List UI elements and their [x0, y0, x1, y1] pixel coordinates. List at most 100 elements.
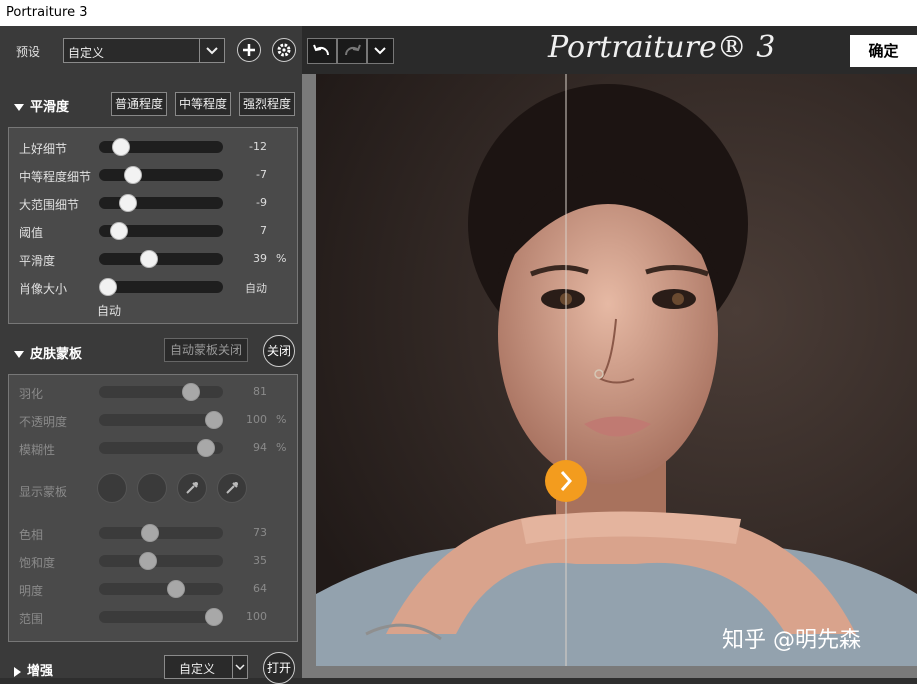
settings-panel: 预设 自定义 平滑度 普通程度 中等程度 强烈程度 上好细节 -12 中等程度细节 -…: [0, 26, 302, 684]
undo-icon: [313, 44, 330, 56]
skin-mask-panel: 显示蒙板 羽化 81 不透明度 100% 模糊性 94% 色相 73 饱和度 35 明度 64 范围 10…: [8, 374, 298, 642]
chevron-down-icon: [232, 656, 247, 678]
title-bar: Portraiture 3: [0, 0, 917, 26]
enhance-section-header[interactable]: 增强: [14, 660, 53, 679]
slider-track[interactable]: [99, 527, 223, 539]
slider-knob[interactable]: [99, 278, 117, 296]
slider-track[interactable]: [99, 281, 223, 293]
enhance-value: 自定义: [179, 662, 216, 676]
scroll-strip: [302, 666, 917, 678]
slider-knob[interactable]: [196, 439, 215, 457]
redo-icon: [344, 44, 361, 56]
slider-label: 明度: [19, 584, 44, 598]
slider-knob[interactable]: [111, 138, 130, 156]
slider-knob[interactable]: [205, 608, 223, 626]
slider-unit: %: [276, 252, 287, 265]
ok-button[interactable]: 确定: [850, 35, 917, 67]
eyedropper-plus-icon: [226, 482, 238, 494]
slider-knob[interactable]: [139, 552, 158, 570]
slider-label: 色相: [19, 528, 44, 542]
slider-label: 饱和度: [19, 556, 56, 570]
eyedropper-add-button[interactable]: [217, 473, 247, 503]
smoothing-title: 平滑度: [30, 100, 70, 115]
slider-value: 35: [253, 554, 267, 567]
slider-knob[interactable]: [140, 250, 159, 268]
slider-knob[interactable]: [141, 524, 160, 542]
slider-knob[interactable]: [109, 222, 128, 240]
slider-track[interactable]: [99, 197, 223, 209]
slider-label: 范围: [19, 612, 44, 626]
slider-label: 平滑度: [19, 254, 56, 268]
slider-label: 肖像大小: [19, 282, 68, 296]
preset-value: 自定义: [68, 46, 105, 60]
top-toolbar: Portraiture® 3 确定: [302, 26, 917, 74]
slider-knob[interactable]: [119, 194, 138, 212]
slider-label: 大范围细节: [19, 198, 80, 212]
slider-label: 阈值: [19, 226, 44, 240]
slider-value: 7: [260, 224, 267, 237]
slider-track[interactable]: [99, 386, 223, 398]
slider-value: 94: [253, 441, 267, 454]
redo-button[interactable]: [337, 38, 367, 64]
preset-select[interactable]: 自定义: [63, 38, 225, 63]
watermark: 知乎 @明先森: [722, 628, 861, 653]
smoothing-panel: 上好细节 -12 中等程度细节 -7 大范围细节 -9 阈值 7 平滑度 39% 肖像大小 自动 自动: [8, 127, 298, 324]
eyedropper-button[interactable]: [177, 473, 207, 503]
slider-value: -9: [256, 196, 267, 209]
chevron-right-icon: [14, 666, 21, 677]
gear-icon: [277, 43, 291, 57]
slider-label: 羽化: [19, 387, 44, 401]
history-dropdown[interactable]: [367, 38, 394, 64]
chevron-down-icon: [374, 47, 386, 55]
slider-value: 100: [246, 413, 267, 426]
smoothing-section-header[interactable]: 平滑度: [14, 96, 69, 115]
chevron-down-icon: [14, 351, 24, 358]
auto-mask-button[interactable]: 自动蒙板关闭: [164, 338, 248, 362]
show-mask-label: 显示蒙板: [19, 485, 68, 499]
slider-track[interactable]: [99, 555, 223, 567]
slider-value: -7: [256, 168, 267, 181]
slider-knob[interactable]: [124, 166, 143, 184]
slider-track[interactable]: [99, 583, 223, 595]
slider-unit: %: [276, 413, 287, 426]
slider-value: 100: [246, 610, 267, 623]
panel-divider[interactable]: [302, 26, 316, 678]
slider-label: 模糊性: [19, 443, 56, 457]
add-preset-button[interactable]: [237, 38, 261, 62]
slider-knob[interactable]: [166, 580, 185, 598]
enhance-toggle[interactable]: 打开: [263, 652, 295, 684]
add-icon: [243, 44, 255, 56]
preset-strong-button[interactable]: 强烈程度: [239, 92, 295, 116]
slider-value: 81: [253, 385, 267, 398]
portrait-photo: [316, 74, 917, 666]
mask-swatch-2[interactable]: [137, 473, 167, 503]
slider-value: 73: [253, 526, 267, 539]
slider-value: 39: [253, 252, 267, 265]
slider-knob[interactable]: [181, 383, 200, 401]
preset-settings-button[interactable]: [272, 38, 296, 62]
app-logo: Portraiture® 3: [548, 30, 776, 65]
slider-value: 自动: [245, 282, 267, 295]
compare-slider-handle[interactable]: [545, 460, 587, 502]
preset-low-button[interactable]: 普通程度: [111, 92, 167, 116]
eyedropper-icon: [186, 482, 198, 494]
slider-label: 上好细节: [19, 142, 68, 156]
undo-button[interactable]: [307, 38, 337, 64]
chevron-down-icon: [14, 104, 24, 111]
window-title: Portraiture 3: [6, 5, 88, 20]
skin-mask-section-header[interactable]: 皮肤蒙板: [14, 343, 82, 362]
slider-value: -12: [249, 140, 267, 153]
slider-value: 64: [253, 582, 267, 595]
skin-mask-toggle[interactable]: 关闭: [263, 335, 295, 367]
chevron-down-icon: [199, 39, 224, 62]
chevron-right-icon: [560, 471, 573, 491]
slider-track[interactable]: [99, 169, 223, 181]
preview-image[interactable]: 知乎 @明先森: [316, 74, 917, 666]
slider-track[interactable]: [99, 253, 223, 265]
preset-medium-button[interactable]: 中等程度: [175, 92, 231, 116]
mask-swatch-1[interactable]: [97, 473, 127, 503]
enhance-select[interactable]: 自定义: [164, 655, 248, 679]
slider-knob[interactable]: [205, 411, 223, 429]
enhance-title: 增强: [27, 664, 54, 679]
slider-label: 中等程度细节: [19, 170, 92, 184]
